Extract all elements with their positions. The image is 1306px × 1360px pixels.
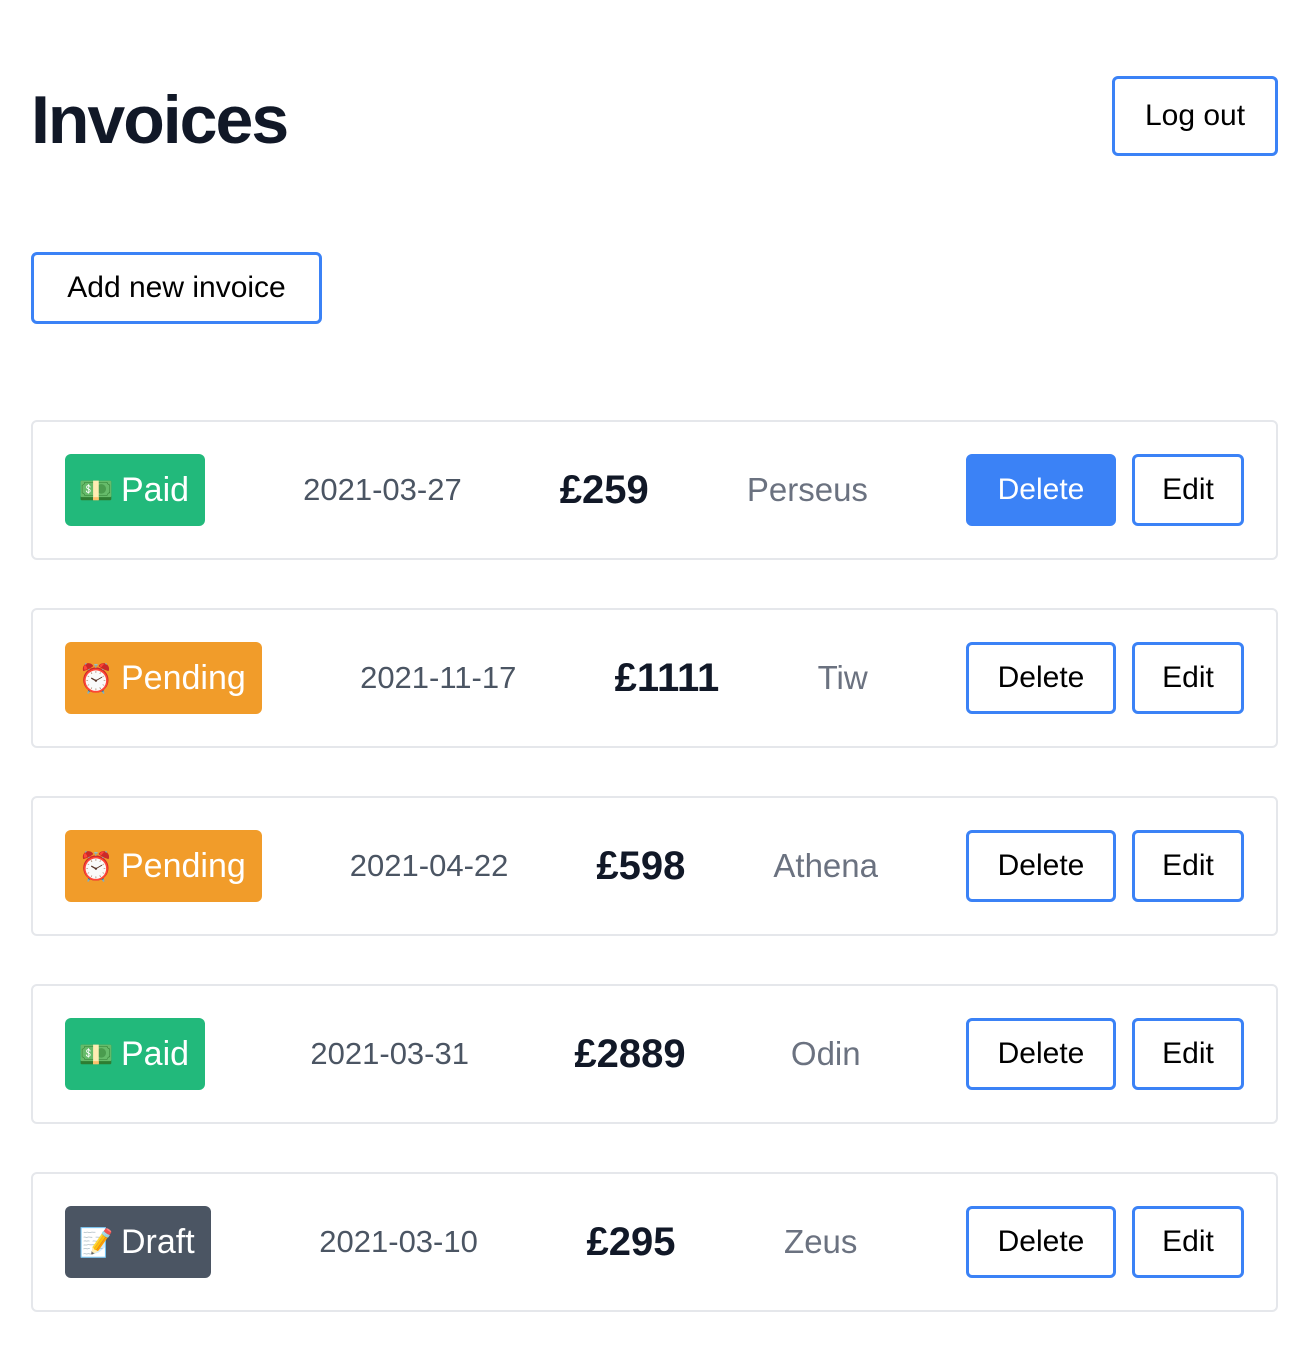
invoice-row: 💵 Paid 2021-03-31 £2889 Odin Delete Edit: [31, 984, 1278, 1124]
invoice-info: 2021-03-10 £295 Zeus: [211, 1174, 966, 1310]
edit-button[interactable]: Edit: [1132, 830, 1244, 902]
invoice-info: 2021-04-22 £598 Athena: [262, 798, 966, 934]
invoice-client: Tiw: [817, 659, 868, 696]
invoice-date: 2021-11-17: [360, 660, 517, 695]
money-icon: 💵: [78, 1038, 114, 1070]
invoice-amount: £1111: [614, 655, 720, 700]
memo-icon: 📝: [78, 1226, 114, 1258]
logout-button[interactable]: Log out: [1112, 76, 1278, 156]
status-badge: ⏰ Pending: [65, 642, 262, 714]
money-icon: 💵: [78, 474, 114, 506]
invoice-info: 2021-03-27 £259 Perseus: [205, 422, 966, 558]
invoice-actions: Delete Edit: [966, 830, 1244, 902]
edit-button[interactable]: Edit: [1132, 1018, 1244, 1090]
page-title: Invoices: [31, 82, 289, 158]
invoice-date: 2021-03-10: [319, 1224, 478, 1259]
edit-button[interactable]: Edit: [1132, 1206, 1244, 1278]
invoice-actions: Delete Edit: [966, 1206, 1244, 1278]
invoice-row: 💵 Paid 2021-03-27 £259 Perseus Delete Ed…: [31, 420, 1278, 560]
invoice-row: ⏰ Pending 2021-11-17 £1111 Tiw Delete Ed…: [31, 608, 1278, 748]
status-label: Pending: [121, 846, 246, 885]
invoice-client: Odin: [790, 1035, 861, 1072]
status-label: Draft: [121, 1222, 195, 1261]
invoice-amount: £598: [596, 843, 686, 888]
delete-button[interactable]: Delete: [966, 830, 1116, 902]
status-badge: 💵 Paid: [65, 454, 206, 526]
invoice-list: 💵 Paid 2021-03-27 £259 Perseus Delete Ed…: [31, 420, 1278, 1360]
invoice-info: 2021-11-17 £1111 Tiw: [262, 610, 966, 746]
invoice-actions: Delete Edit: [966, 1018, 1244, 1090]
delete-button[interactable]: Delete: [966, 642, 1116, 714]
invoice-date: 2021-04-22: [349, 848, 509, 883]
invoice-amount: £259: [559, 467, 649, 512]
alarm-clock-icon: ⏰: [78, 850, 114, 882]
invoice-client: Perseus: [746, 471, 868, 508]
invoice-amount: £295: [586, 1219, 676, 1264]
add-invoice-button[interactable]: Add new invoice: [31, 252, 322, 324]
invoice-actions: Delete Edit: [966, 642, 1244, 714]
invoice-actions: Delete Edit: [966, 454, 1244, 526]
invoice-client: Zeus: [784, 1223, 858, 1260]
status-badge: 📝 Draft: [65, 1206, 211, 1278]
status-badge: 💵 Paid: [65, 1018, 206, 1090]
edit-button[interactable]: Edit: [1132, 642, 1244, 714]
invoice-info: 2021-03-31 £2889 Odin: [205, 986, 966, 1122]
invoice-date: 2021-03-27: [303, 472, 462, 507]
invoice-row: ⏰ Pending 2021-04-22 £598 Athena Delete …: [31, 796, 1278, 936]
invoice-amount: £2889: [574, 1031, 686, 1076]
invoice-date: 2021-03-31: [310, 1036, 469, 1071]
status-label: Pending: [121, 658, 246, 697]
status-label: Paid: [121, 1034, 190, 1073]
status-badge: ⏰ Pending: [65, 830, 262, 902]
invoice-row: 📝 Draft 2021-03-10 £295 Zeus Delete Edit: [31, 1172, 1278, 1312]
delete-button[interactable]: Delete: [966, 454, 1116, 526]
edit-button[interactable]: Edit: [1132, 454, 1244, 526]
delete-button[interactable]: Delete: [966, 1018, 1116, 1090]
page-header: Invoices Log out: [31, 76, 1278, 158]
invoice-client: Athena: [773, 847, 878, 884]
delete-button[interactable]: Delete: [966, 1206, 1116, 1278]
status-label: Paid: [121, 470, 190, 509]
alarm-clock-icon: ⏰: [78, 662, 114, 694]
